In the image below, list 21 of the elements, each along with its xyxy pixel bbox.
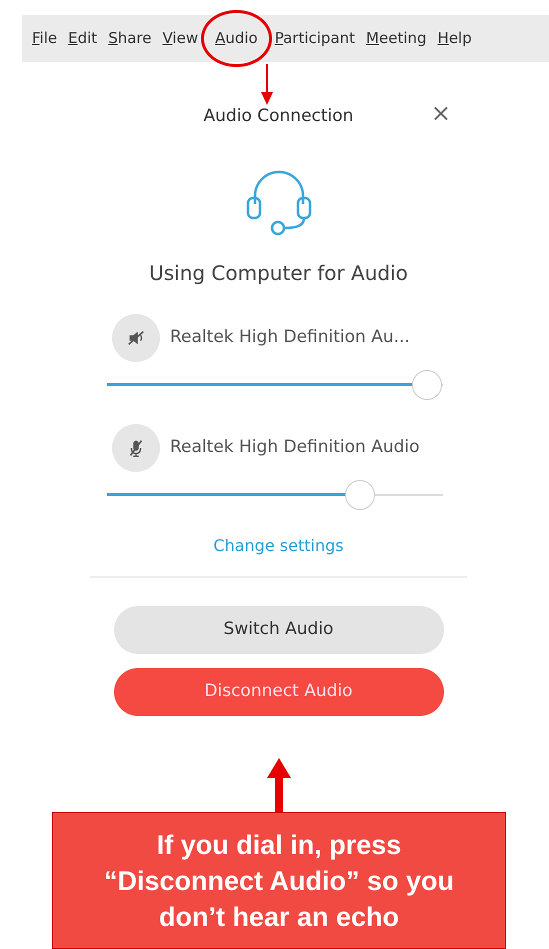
device-name: Realtek High Definition Au...	[170, 326, 410, 350]
arrow-annotation	[266, 758, 292, 814]
callout-text: If you dial in, press “Disconnect Audio” so you don’t hear an echo	[102, 828, 456, 934]
switch-button[interactable]: Switch Audio	[114, 606, 444, 654]
dialog-title: Audio Connection	[204, 105, 354, 128]
arrow-annotation	[260, 64, 274, 106]
muted-microphone-icon[interactable]	[112, 424, 160, 472]
menu-item[interactable]: Audio	[201, 10, 272, 67]
menu-item[interactable]: Meeting	[365, 27, 428, 50]
menu-item[interactable]: View	[161, 27, 200, 50]
device-name: Realtek High Definition Audio	[170, 436, 420, 460]
section-heading: Using Computer for Audio	[149, 260, 408, 287]
close-button[interactable]: ×	[426, 101, 455, 125]
menu-item[interactable]: Participant	[274, 27, 356, 50]
muted-speaker-icon[interactable]	[112, 314, 160, 362]
menu-item[interactable]: Edit	[67, 27, 98, 50]
menu-item[interactable]: File	[31, 27, 58, 50]
volume-slider[interactable]	[107, 478, 443, 512]
volume-slider[interactable]	[107, 368, 443, 402]
menu-item[interactable]: Help	[436, 27, 473, 50]
menu-item[interactable]: Share	[107, 27, 152, 50]
